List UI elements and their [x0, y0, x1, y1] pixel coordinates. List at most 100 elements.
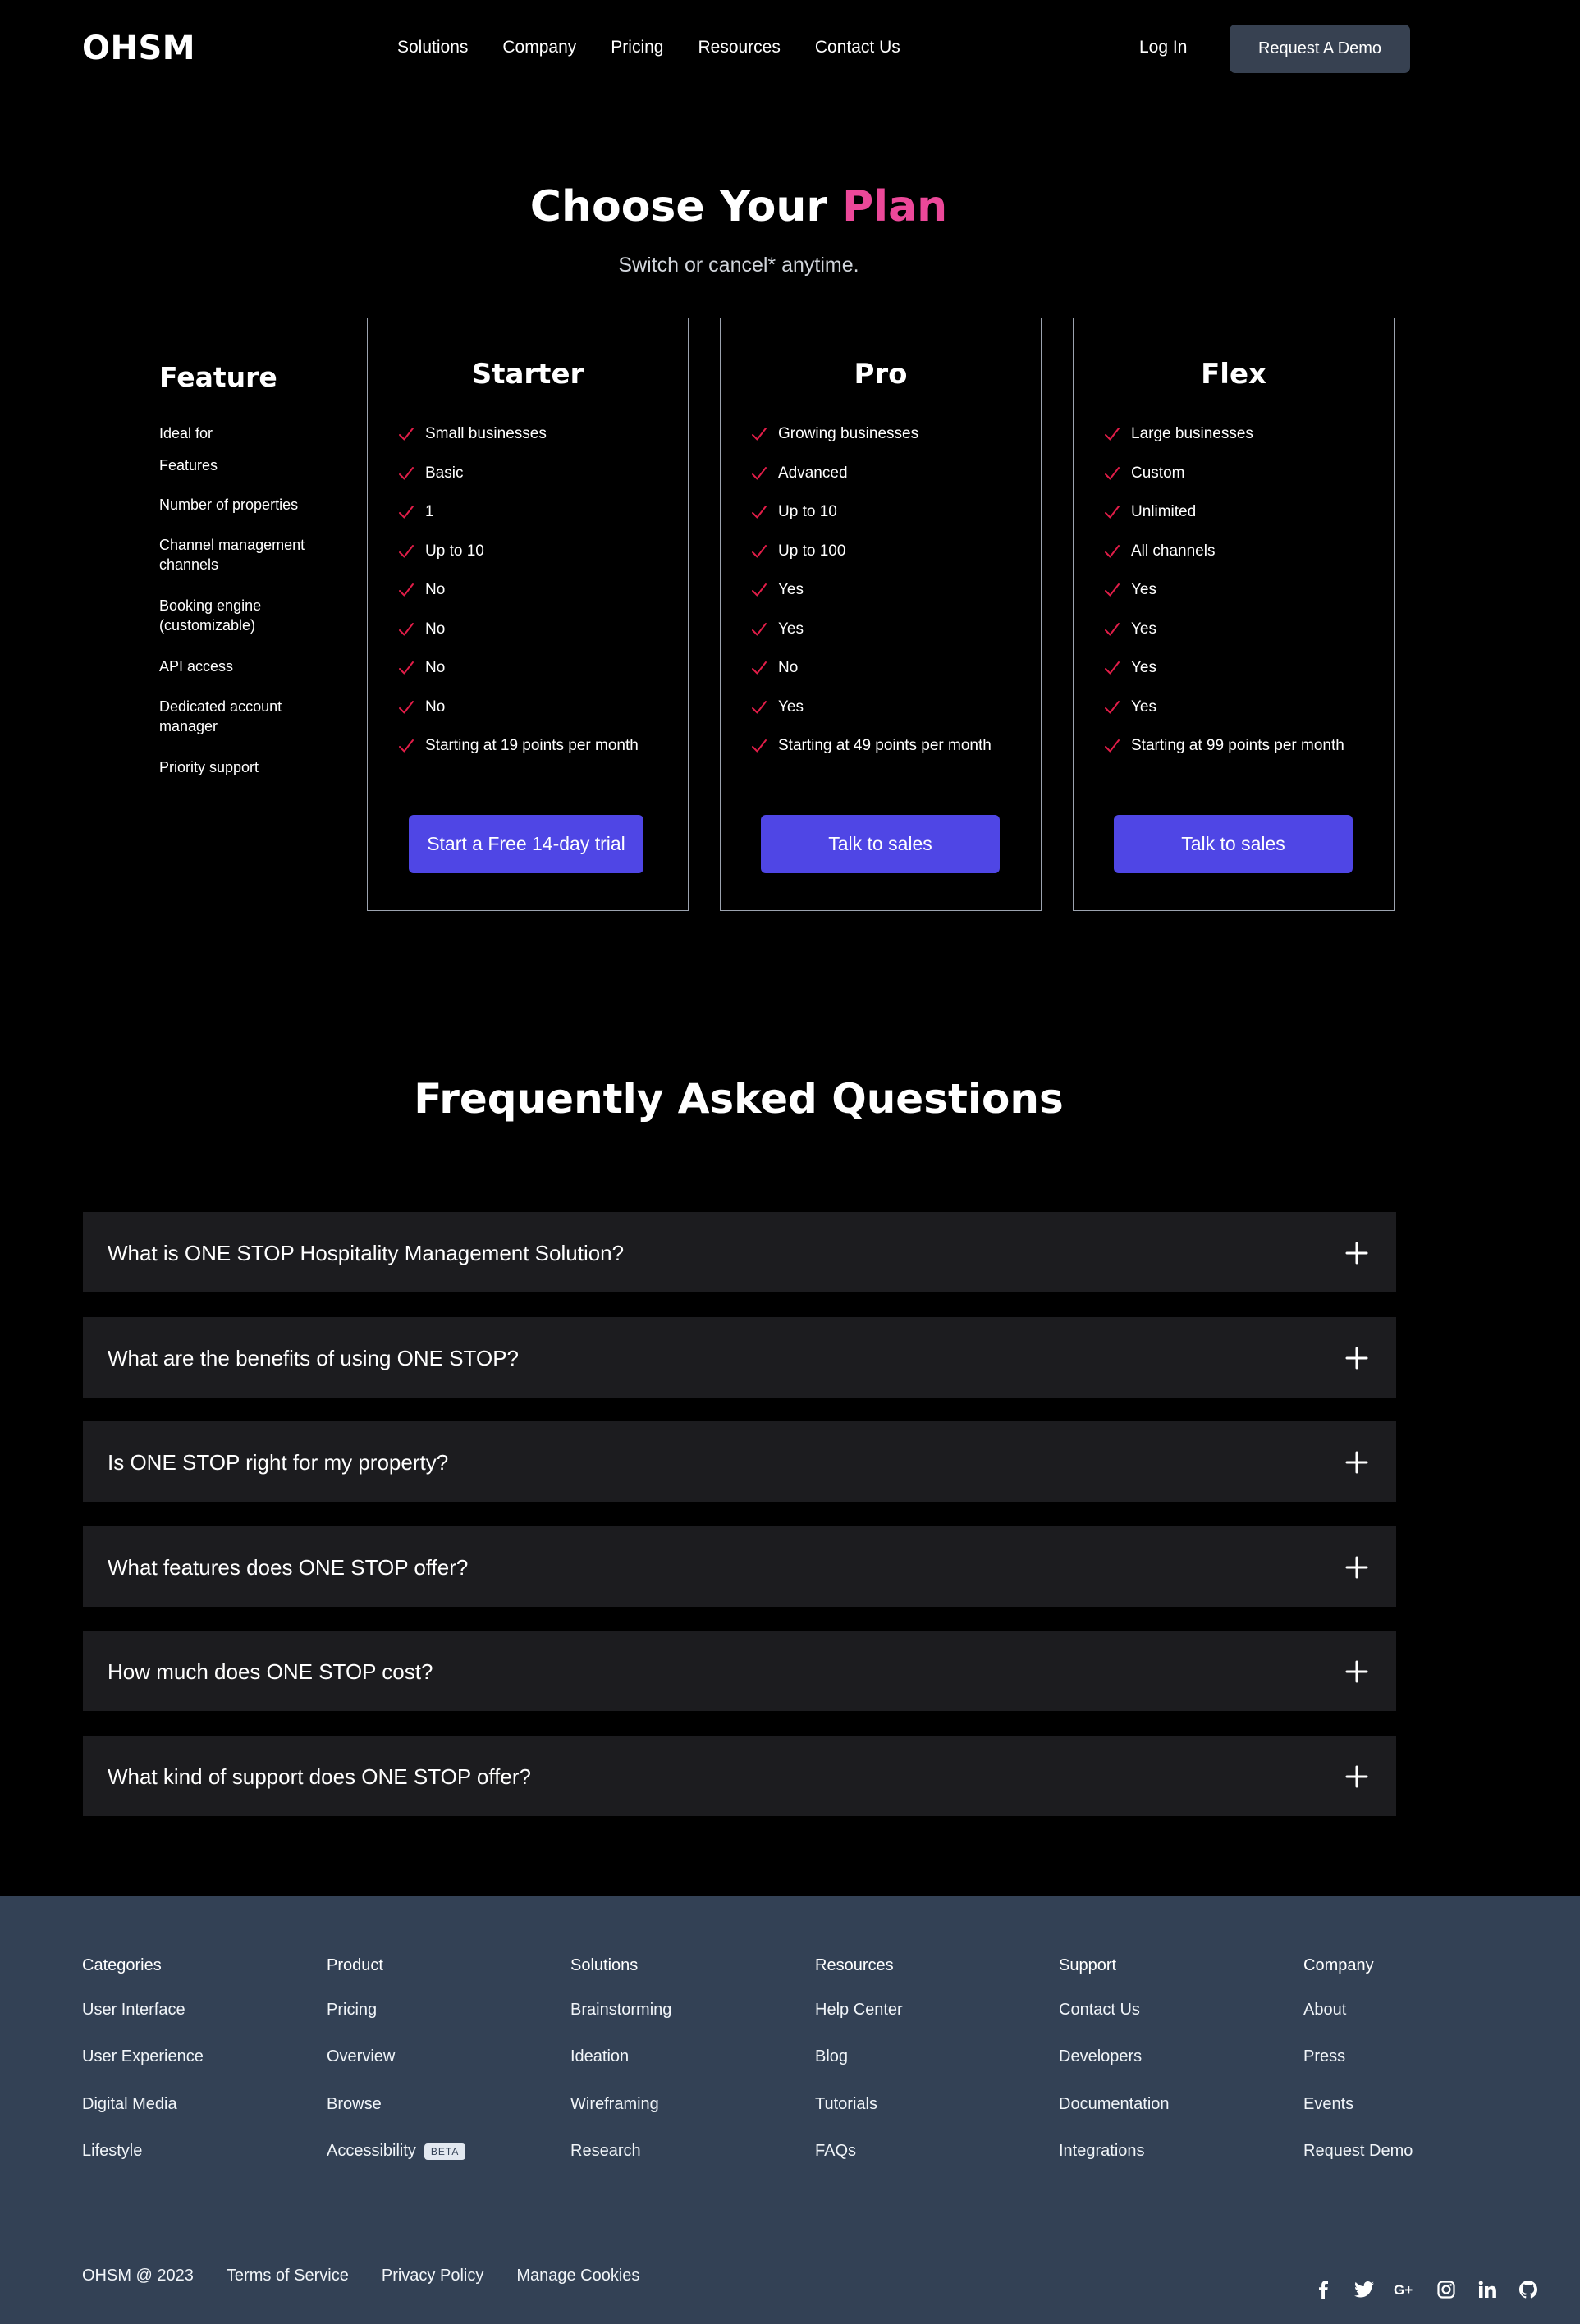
- nav-company[interactable]: Company: [502, 38, 576, 57]
- copyright: OHSM @ 2023: [82, 2267, 194, 2285]
- footer-link[interactable]: Tutorials: [815, 2095, 877, 2114]
- plan-item: Yes: [750, 620, 992, 660]
- talk-to-sales-button[interactable]: Talk to sales: [761, 815, 1000, 873]
- github-icon[interactable]: [1517, 2278, 1540, 2301]
- check-icon: [1105, 544, 1120, 557]
- footer-link-label: Browse: [327, 2095, 382, 2113]
- feature-row: Priority support: [159, 759, 259, 775]
- faq-question: How much does ONE STOP cost?: [108, 1659, 433, 1684]
- terms-link[interactable]: Terms of Service: [227, 2267, 349, 2285]
- nav-solutions[interactable]: Solutions: [397, 38, 468, 57]
- cookies-link[interactable]: Manage Cookies: [516, 2267, 639, 2285]
- check-icon: [752, 583, 767, 597]
- start-trial-button[interactable]: Start a Free 14-day trial: [409, 815, 643, 873]
- check-icon: [399, 428, 414, 441]
- footer-link-label: Accessibility: [327, 2142, 416, 2160]
- site-header: OHSM Solutions Company Pricing Resources…: [0, 0, 1580, 98]
- footer-link[interactable]: Developers: [1059, 2047, 1142, 2066]
- google-plus-icon[interactable]: G+: [1394, 2278, 1417, 2301]
- plan-card-starter: Starter Small businesses Basic 1 Up to 10 No N…: [367, 318, 689, 911]
- privacy-link[interactable]: Privacy Policy: [382, 2267, 483, 2285]
- footer-link[interactable]: Brainstorming: [570, 2001, 671, 2020]
- footer-link-label: Pricing: [327, 2001, 378, 2019]
- faq-item[interactable]: What kind of support does ONE STOP offer…: [83, 1736, 1396, 1816]
- check-icon: [752, 622, 767, 635]
- plan-item-label: Custom: [1131, 464, 1185, 482]
- plus-icon[interactable]: [1345, 1556, 1368, 1579]
- feature-row: Ideal for: [159, 425, 213, 441]
- footer-link-label: Help Center: [815, 2001, 903, 2019]
- footer-link[interactable]: About: [1303, 2001, 1346, 2020]
- footer-link[interactable]: User Interface: [82, 2001, 185, 2020]
- plan-item-label: No: [425, 698, 446, 716]
- plan-card-flex: Flex Large businesses Custom Unlimited All c…: [1073, 318, 1395, 911]
- plan-items: Large businesses Custom Unlimited All chann…: [1103, 425, 1344, 776]
- footer-link[interactable]: Documentation: [1059, 2095, 1170, 2114]
- linkedin-icon[interactable]: [1476, 2278, 1499, 2301]
- faq-item[interactable]: What features does ONE STOP offer?: [83, 1526, 1396, 1607]
- footer-link[interactable]: Blog: [815, 2047, 848, 2066]
- faq-item[interactable]: Is ONE STOP right for my property?: [83, 1421, 1396, 1502]
- facebook-icon[interactable]: [1312, 2278, 1335, 2301]
- plus-icon[interactable]: [1345, 1242, 1368, 1265]
- plan-card-pro: Pro Growing businesses Advanced Up to 10 Up …: [720, 318, 1042, 911]
- faq-question: What is ONE STOP Hospitality Management …: [108, 1241, 625, 1265]
- footer-link-label: User Interface: [82, 2001, 185, 2019]
- plan-item: Starting at 99 points per month: [1103, 737, 1344, 776]
- main-nav: Solutions Company Pricing Resources Cont…: [397, 38, 900, 57]
- footer-link[interactable]: User Experience: [82, 2047, 204, 2066]
- footer-link[interactable]: Accessibility BETA: [327, 2142, 466, 2161]
- feature-column: Feature Ideal for Features Number of pro…: [159, 361, 356, 775]
- footer-link[interactable]: Request Demo: [1303, 2142, 1413, 2161]
- footer-link[interactable]: Contact Us: [1059, 2001, 1140, 2020]
- footer-column-title: Product: [327, 1956, 383, 1974]
- faq-item[interactable]: What are the benefits of using ONE STOP?: [83, 1317, 1396, 1398]
- nav-pricing[interactable]: Pricing: [611, 38, 663, 57]
- nav-contact-us[interactable]: Contact Us: [815, 38, 900, 57]
- plan-item: Yes: [1103, 698, 1344, 738]
- login-link[interactable]: Log In: [1139, 38, 1187, 57]
- plus-icon[interactable]: [1345, 1660, 1368, 1683]
- nav-resources[interactable]: Resources: [698, 38, 780, 57]
- footer-link-label: Tutorials: [815, 2095, 877, 2113]
- footer-link-label: Wireframing: [570, 2095, 659, 2113]
- request-demo-button[interactable]: Request A Demo: [1230, 25, 1410, 73]
- footer-link[interactable]: Pricing: [327, 2001, 377, 2020]
- plan-item: Custom: [1103, 464, 1344, 504]
- footer-link[interactable]: Events: [1303, 2095, 1353, 2114]
- footer-link[interactable]: FAQs: [815, 2142, 856, 2161]
- plan-item: Starting at 19 points per month: [397, 737, 639, 776]
- footer-link[interactable]: Press: [1303, 2047, 1345, 2066]
- plus-icon[interactable]: [1345, 1765, 1368, 1788]
- footer-link[interactable]: Browse: [327, 2095, 382, 2114]
- plan-item: No: [750, 659, 992, 698]
- check-icon: [399, 739, 414, 753]
- check-icon: [399, 506, 414, 519]
- logo[interactable]: OHSM: [82, 30, 195, 67]
- footer-link[interactable]: Wireframing: [570, 2095, 659, 2114]
- plan-items: Growing businesses Advanced Up to 10 Up to …: [750, 425, 992, 776]
- check-icon: [399, 583, 414, 597]
- plus-icon[interactable]: [1345, 1451, 1368, 1474]
- footer-link[interactable]: Digital Media: [82, 2095, 177, 2114]
- footer-link[interactable]: Lifestyle: [82, 2142, 142, 2161]
- footer-link-label: Events: [1303, 2095, 1354, 2113]
- plus-icon[interactable]: [1345, 1347, 1368, 1370]
- faq-item[interactable]: What is ONE STOP Hospitality Management …: [83, 1212, 1396, 1292]
- footer-link[interactable]: Integrations: [1059, 2142, 1145, 2161]
- footer-link[interactable]: Ideation: [570, 2047, 629, 2066]
- plan-item: Up to 10: [397, 542, 639, 582]
- talk-to-sales-button[interactable]: Talk to sales: [1114, 815, 1353, 873]
- footer-link[interactable]: Overview: [327, 2047, 395, 2066]
- faq-item[interactable]: How much does ONE STOP cost?: [83, 1631, 1396, 1711]
- plan-item: Advanced: [750, 464, 992, 504]
- footer-link-label: User Experience: [82, 2047, 204, 2066]
- footer-link[interactable]: Help Center: [815, 2001, 903, 2020]
- plan-item-label: Yes: [1131, 659, 1156, 676]
- instagram-icon[interactable]: [1435, 2278, 1458, 2301]
- faq-question: Is ONE STOP right for my property?: [108, 1450, 449, 1475]
- twitter-icon[interactable]: [1353, 2278, 1376, 2301]
- footer-column-title: Company: [1303, 1956, 1374, 1974]
- plan-item: No: [397, 620, 639, 660]
- footer-link[interactable]: Research: [570, 2142, 641, 2161]
